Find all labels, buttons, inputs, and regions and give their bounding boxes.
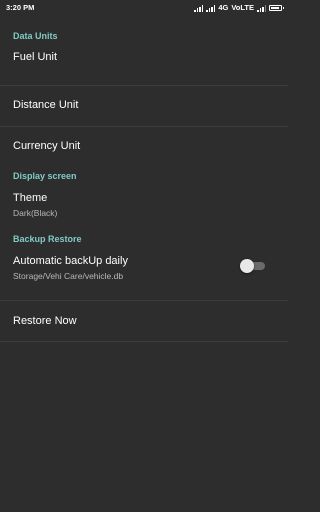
volte-label: VoLTE: [231, 3, 254, 12]
signal-icon-3: [257, 4, 266, 12]
auto-backup-item[interactable]: Automatic backUp daily Storage/Vehi Care…: [0, 246, 288, 300]
auto-backup-toggle[interactable]: [240, 259, 266, 273]
theme-item[interactable]: Theme Dark(Black): [0, 183, 288, 233]
theme-value: Dark(Black): [13, 208, 58, 218]
signal-icon: [194, 4, 204, 12]
fuel-unit-label: Fuel Unit: [13, 51, 58, 63]
signal-icon-2: [206, 4, 216, 12]
status-icons: 4G VoLTE: [194, 0, 284, 16]
status-bar: 3:20 PM 4G VoLTE: [0, 0, 288, 16]
theme-label: Theme: [13, 192, 48, 204]
currency-unit-label: Currency Unit: [13, 140, 81, 152]
battery-icon: [269, 5, 284, 11]
network-type: 4G: [218, 3, 229, 12]
toggle-thumb: [240, 259, 254, 273]
section-header-display-screen: Display screen: [13, 171, 77, 181]
currency-unit-item[interactable]: Currency Unit: [0, 127, 288, 170]
section-header-data-units: Data Units: [13, 31, 58, 41]
section-header-backup-restore: Backup Restore: [13, 234, 82, 244]
status-time: 3:20 PM: [6, 3, 35, 12]
distance-unit-item[interactable]: Distance Unit: [0, 86, 288, 126]
fuel-unit-item[interactable]: Fuel Unit: [0, 43, 288, 85]
distance-unit-label: Distance Unit: [13, 99, 79, 111]
restore-now-item[interactable]: Restore Now: [0, 301, 288, 341]
restore-now-label: Restore Now: [13, 315, 77, 327]
divider: [0, 341, 288, 342]
